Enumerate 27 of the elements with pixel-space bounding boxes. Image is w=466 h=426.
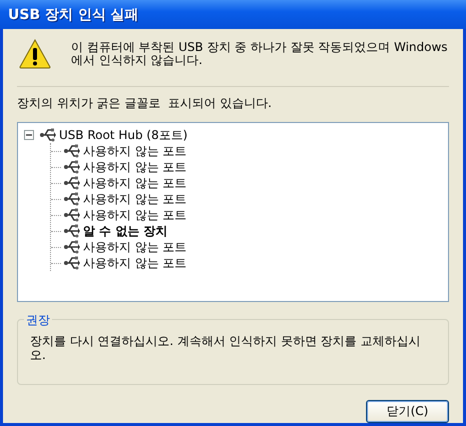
tree-item[interactable]: 사용하지 않는 포트 — [83, 174, 187, 192]
tree-item[interactable]: 알 수 없는 장치 — [83, 222, 168, 240]
usb-icon — [64, 208, 80, 222]
warning-icon — [19, 39, 51, 69]
error-message: 이 컴퓨터에 부착된 USB 장치 중 하나가 잘못 작동되었으며 Windows 에서 인식하지 않습니다. — [71, 39, 449, 67]
close-button[interactable]: 닫기(C) — [366, 400, 449, 423]
usb-icon — [64, 256, 80, 270]
tree-item[interactable]: USB Root Hub (8포트) — [59, 126, 188, 144]
window-title: USB 장치 인식 실패 — [8, 6, 139, 24]
minus-icon — [26, 132, 32, 138]
tree-item[interactable]: 사용하지 않는 포트 — [83, 238, 187, 256]
usb-icon — [64, 192, 80, 206]
recommendation-text: 장치를 다시 연결하십시오. 계속해서 인식하지 못하면 장치를 교체하십시오. — [30, 334, 421, 362]
collapse-toggle[interactable] — [24, 130, 34, 140]
usb-icon — [64, 224, 80, 238]
group-title: 권장 — [24, 312, 52, 329]
tree-item[interactable]: 사용하지 않는 포트 — [83, 206, 187, 224]
usb-icon — [40, 128, 56, 142]
usb-icon — [64, 176, 80, 190]
tree-item[interactable]: 사용하지 않는 포트 — [83, 190, 187, 208]
tree-item[interactable]: 사용하지 않는 포트 — [83, 254, 187, 272]
legend-text: 장치의 위치가 굵은 글꼴로 표시되어 있습니다. — [17, 95, 273, 112]
tree-item[interactable]: 사용하지 않는 포트 — [83, 158, 187, 176]
usb-icon — [64, 144, 80, 158]
usb-icon — [64, 160, 80, 174]
usb-icon — [64, 240, 80, 254]
tree-item[interactable]: 사용하지 않는 포트 — [83, 142, 187, 160]
